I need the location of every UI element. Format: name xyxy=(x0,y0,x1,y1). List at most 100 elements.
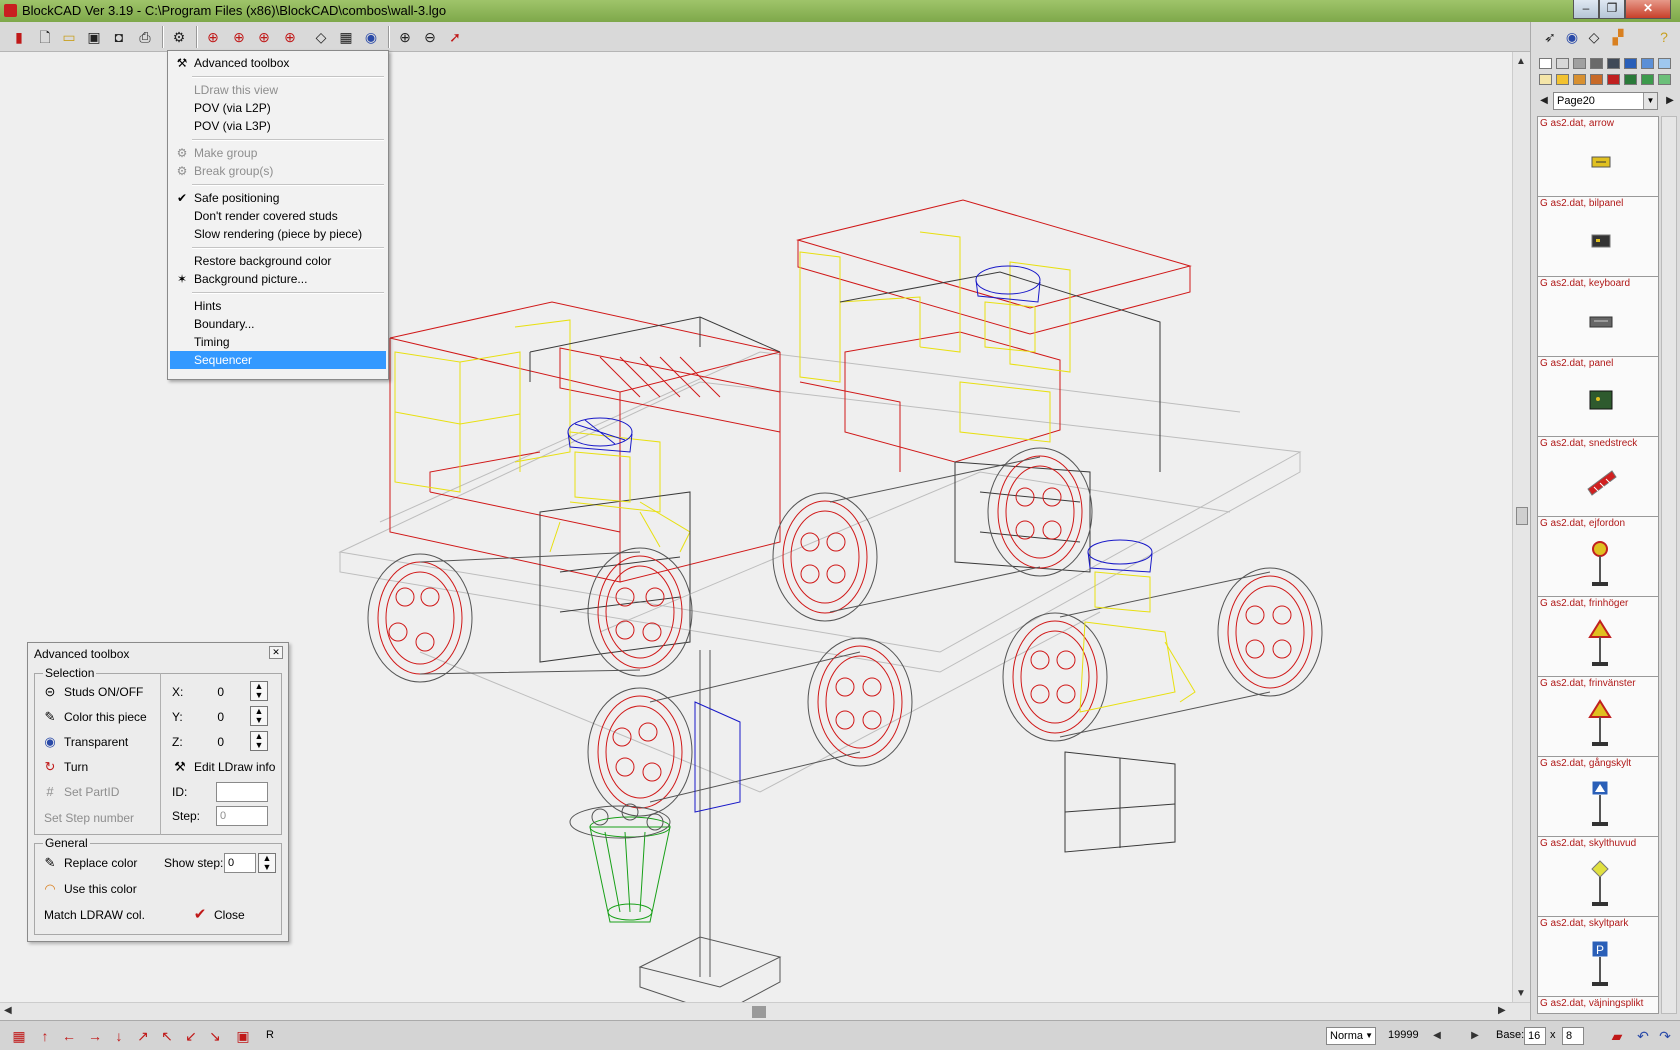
eye-icon[interactable]: ◉ xyxy=(360,26,382,48)
part-list-scrollbar[interactable] xyxy=(1661,116,1677,1014)
arrow-left-icon[interactable]: ← xyxy=(60,1027,78,1045)
color-swatch[interactable] xyxy=(1607,74,1620,85)
brick-red-icon[interactable]: ▦ xyxy=(10,1027,28,1045)
replace-color-button[interactable]: ✎ Replace color xyxy=(42,853,138,873)
menu-item-restore-background-color[interactable]: Restore background color xyxy=(170,252,386,270)
brick-icon[interactable]: ◇ xyxy=(1583,26,1605,48)
view-icon[interactable]: ◇ xyxy=(310,26,332,48)
studs-toggle-button[interactable]: ⊝ Studs ON/OFF xyxy=(42,682,144,702)
menu-item-break-group-s[interactable]: ⚙ Break group(s) xyxy=(170,162,386,180)
transparent-button[interactable]: ◉ Transparent xyxy=(42,732,128,752)
menu-item-don-t-render-covered-studs[interactable]: Don't render covered studs xyxy=(170,207,386,225)
menu-item-make-group[interactable]: ⚙ Make group xyxy=(170,144,386,162)
exit-icon[interactable]: ▮ xyxy=(8,26,30,48)
part-item[interactable]: G as2.dat, frinvänster xyxy=(1538,677,1658,757)
settings-icon[interactable]: ⚙ xyxy=(168,26,190,48)
color-swatch[interactable] xyxy=(1556,74,1569,85)
z-spinner[interactable]: ▲ ▼ xyxy=(250,731,268,751)
render-mode-select[interactable]: Norma ▼ xyxy=(1326,1027,1376,1045)
arrow-ne-icon[interactable]: ↗ xyxy=(134,1027,152,1045)
set-partid-button[interactable]: # Set PartID xyxy=(42,782,119,802)
scroll-left-icon[interactable]: ◀ xyxy=(4,1005,12,1016)
color-swatch[interactable] xyxy=(1539,58,1552,69)
help-icon[interactable]: ? xyxy=(1653,26,1675,48)
print-icon[interactable]: ⎙ xyxy=(134,26,156,48)
color-swatch[interactable] xyxy=(1658,74,1671,85)
color-swatch[interactable] xyxy=(1590,58,1603,69)
color-swatch[interactable] xyxy=(1539,74,1552,85)
part-item[interactable]: G as2.dat, keyboard xyxy=(1538,277,1658,357)
redo-icon[interactable]: ↷ xyxy=(1656,1027,1674,1045)
brick-red-icon[interactable]: ▰ xyxy=(1608,1027,1626,1045)
color-piece-button[interactable]: ✎ Color this piece xyxy=(42,707,147,727)
counter-prev-icon[interactable]: ◀ xyxy=(1428,1027,1446,1045)
rotate-left-icon[interactable]: ⊕ xyxy=(202,26,224,48)
turn-button[interactable]: ↻ Turn xyxy=(42,757,89,777)
scroll-right-icon[interactable]: ▶ xyxy=(1498,1005,1506,1016)
id-input[interactable] xyxy=(216,782,268,802)
page-prev-icon[interactable]: ◀ xyxy=(1533,90,1555,112)
color-swatch[interactable] xyxy=(1641,58,1654,69)
vertical-scrollbar[interactable]: ▲ ▼ xyxy=(1512,52,1530,1002)
base-y-input[interactable]: 8 xyxy=(1562,1027,1584,1045)
pointer-icon[interactable]: ➚ xyxy=(444,26,466,48)
scroll-thumb[interactable] xyxy=(752,1006,766,1018)
menu-item-advanced-toolbox[interactable]: ⚒ Advanced toolbox xyxy=(170,54,386,72)
maximize-button[interactable]: ❐ xyxy=(1599,0,1625,19)
show-step-spinner[interactable]: ▲ ▼ xyxy=(258,853,276,873)
base-x-input[interactable]: 16 xyxy=(1524,1027,1546,1045)
set-step-button[interactable]: Set Step number xyxy=(44,808,134,828)
part-item[interactable]: G as2.dat, bilpanel xyxy=(1538,197,1658,277)
arrow-down-icon[interactable]: ↓ xyxy=(110,1027,128,1045)
brick-icon[interactable]: ▣ xyxy=(234,1027,252,1045)
minimize-button[interactable]: – xyxy=(1573,0,1599,19)
rotate-up-icon[interactable]: ⊕ xyxy=(228,26,250,48)
show-step-input[interactable]: 0 xyxy=(224,853,256,873)
rotate-down-icon[interactable]: ⊕ xyxy=(253,26,275,48)
color-swatch[interactable] xyxy=(1607,58,1620,69)
menu-item-ldraw-this-view[interactable]: LDraw this view xyxy=(170,81,386,99)
match-ldraw-button[interactable]: Match LDRAW col. xyxy=(44,905,145,925)
save-icon[interactable]: ▣ xyxy=(83,26,105,48)
x-spinner[interactable]: ▲ ▼ xyxy=(250,681,268,701)
scroll-up-icon[interactable]: ▲ xyxy=(1516,56,1526,67)
scroll-down-icon[interactable]: ▼ xyxy=(1516,988,1526,999)
arrow-right-icon[interactable]: → xyxy=(86,1027,104,1045)
zoom-in-icon[interactable]: ⊕ xyxy=(394,26,416,48)
menu-item-safe-positioning[interactable]: ✔ Safe positioning xyxy=(170,189,386,207)
color-swatch[interactable] xyxy=(1641,74,1654,85)
menu-item-hints[interactable]: Hints xyxy=(170,297,386,315)
horizontal-scrollbar[interactable]: ◀ ▶ xyxy=(0,1002,1530,1020)
close-window-button[interactable]: ✕ xyxy=(1625,0,1671,19)
part-item[interactable]: G as2.dat, väjningsplikt xyxy=(1538,997,1658,1013)
scroll-thumb[interactable] xyxy=(1516,507,1528,525)
arrow-se-icon[interactable]: ↘ xyxy=(206,1027,224,1045)
menu-item-slow-rendering-piece-by-piece[interactable]: Slow rendering (piece by piece) xyxy=(170,225,386,243)
edit-ldraw-button[interactable]: ⚒ Edit LDraw info xyxy=(172,757,275,777)
menu-item-boundary[interactable]: Boundary... xyxy=(170,315,386,333)
rainbow-icon[interactable]: ▞ xyxy=(1607,26,1629,48)
zoom-out-icon[interactable]: ⊖ xyxy=(419,26,441,48)
page-next-icon[interactable]: ▶ xyxy=(1659,90,1680,112)
use-color-button[interactable]: ◠ Use this color xyxy=(42,879,136,899)
step-input[interactable]: 0 xyxy=(216,806,268,826)
menu-item-pov-via-l3p[interactable]: POV (via L3P) xyxy=(170,117,386,135)
part-item[interactable]: G as2.dat, gångskylt xyxy=(1538,757,1658,837)
color-swatch[interactable] xyxy=(1590,74,1603,85)
menu-item-sequencer[interactable]: Sequencer xyxy=(170,351,386,369)
undo-icon[interactable]: ↶ xyxy=(1634,1027,1652,1045)
arrow-up-icon[interactable]: ↑ xyxy=(36,1027,54,1045)
part-item[interactable]: G as2.dat, arrow xyxy=(1538,117,1658,197)
rotate-right-icon[interactable]: ⊕ xyxy=(279,26,301,48)
menu-item-background-picture[interactable]: ✶ Background picture... xyxy=(170,270,386,288)
new-icon[interactable]: 🗋 xyxy=(34,26,56,48)
color-swatch[interactable] xyxy=(1556,58,1569,69)
arrow-nw-icon[interactable]: ↖ xyxy=(158,1027,176,1045)
toolbox-close-button[interactable]: ✕ xyxy=(269,646,283,659)
open-icon[interactable]: ▭ xyxy=(58,26,80,48)
part-item[interactable]: G as2.dat, snedstreck xyxy=(1538,437,1658,517)
y-spinner[interactable]: ▲ ▼ xyxy=(250,706,268,726)
part-item[interactable]: G as2.dat, panel xyxy=(1538,357,1658,437)
color-swatch[interactable] xyxy=(1658,58,1671,69)
eye-icon[interactable]: ◉ xyxy=(1561,26,1583,48)
